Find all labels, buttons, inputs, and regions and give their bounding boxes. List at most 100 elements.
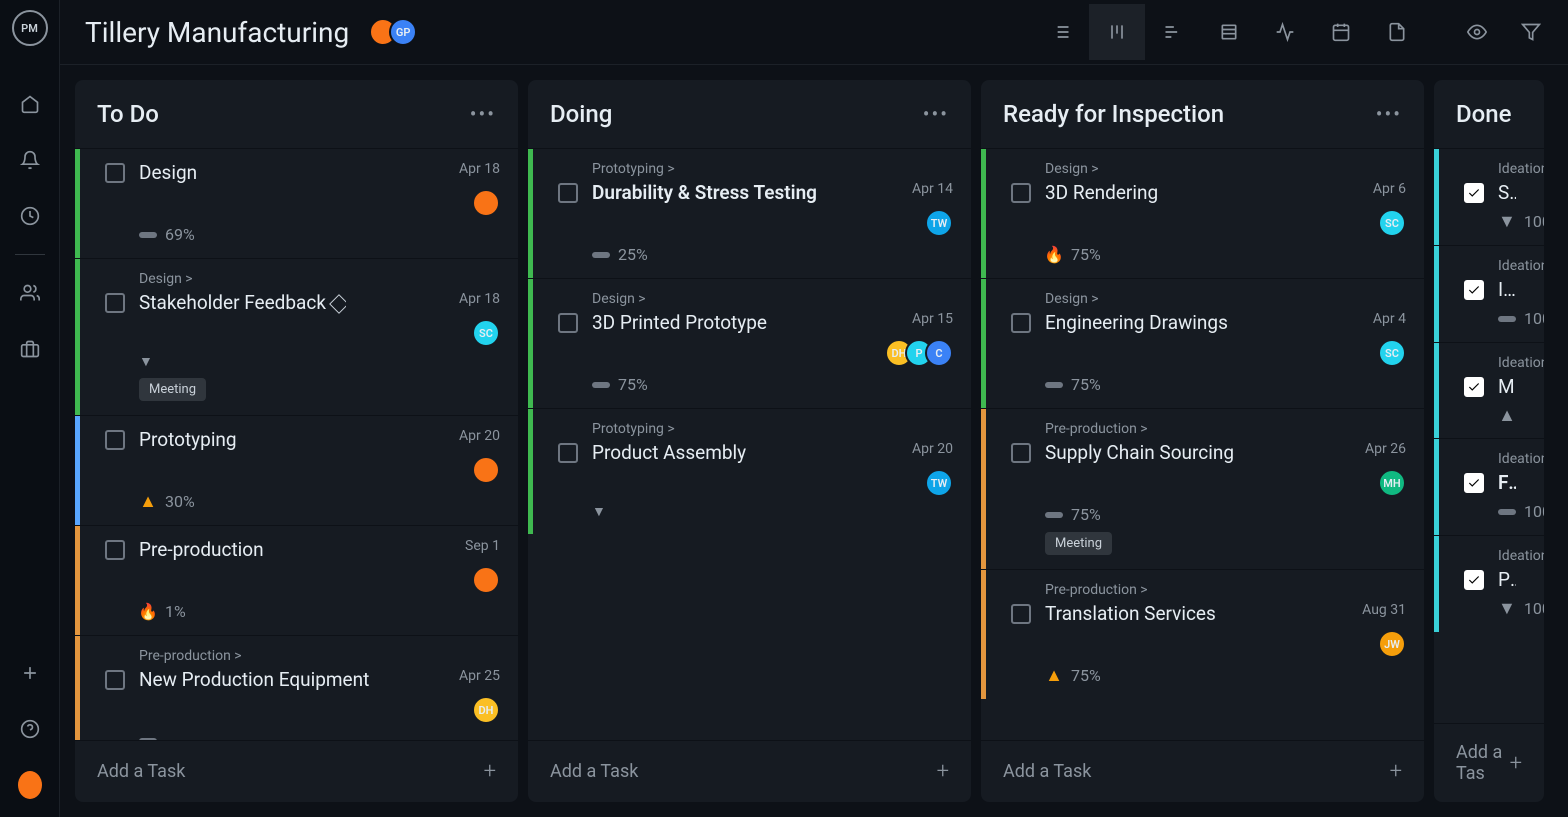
- table-view-icon[interactable]: [1201, 4, 1257, 60]
- assignees[interactable]: SC: [472, 319, 500, 347]
- task-card[interactable]: Pre-production >Supply Chain SourcingApr…: [981, 408, 1424, 569]
- due-date: Apr 14: [912, 181, 953, 197]
- task-checkbox[interactable]: [1464, 280, 1484, 300]
- task-checkbox[interactable]: [105, 163, 125, 183]
- assignee-avatar[interactable]: SC: [1378, 339, 1406, 367]
- assignee-avatar[interactable]: JW: [1378, 630, 1406, 658]
- expand-icon[interactable]: ▼: [139, 353, 500, 370]
- task-checkbox[interactable]: [1011, 183, 1031, 203]
- file-view-icon[interactable]: [1369, 4, 1425, 60]
- assignees[interactable]: [472, 456, 500, 484]
- task-card[interactable]: Design >Stakeholder FeedbackApr 18SC▼Mee…: [75, 258, 518, 415]
- task-card[interactable]: Design >3D Printed PrototypeApr 15DHPC75…: [528, 278, 971, 408]
- task-checkbox[interactable]: [558, 313, 578, 333]
- add-task-button[interactable]: Add a Task+: [981, 740, 1424, 802]
- header: Tillery Manufacturing GP: [60, 0, 1568, 65]
- column-menu-icon[interactable]: •••: [923, 102, 949, 126]
- task-card[interactable]: Pre-production >Translation ServicesAug …: [981, 569, 1424, 699]
- task-checkbox[interactable]: [558, 443, 578, 463]
- assignee-avatar[interactable]: MH: [1378, 469, 1406, 497]
- add-task-button[interactable]: Add a Task+: [75, 740, 518, 802]
- bell-icon[interactable]: [18, 148, 42, 172]
- priority-edge: [75, 149, 80, 258]
- assignee-avatar[interactable]: [472, 566, 500, 594]
- assignees[interactable]: MH: [1378, 469, 1406, 497]
- task-card[interactable]: Design >Engineering DrawingsApr 4SC75%: [981, 278, 1424, 408]
- add-task-button[interactable]: Add a Tas+: [1434, 723, 1544, 802]
- home-icon[interactable]: [18, 92, 42, 116]
- eye-icon[interactable]: [1465, 20, 1489, 44]
- task-card[interactable]: Design >3D RenderingApr 6SC🔥75%: [981, 148, 1424, 278]
- task-checkbox[interactable]: [105, 293, 125, 313]
- expand-icon[interactable]: ▼: [592, 503, 953, 520]
- add-task-button[interactable]: Add a Task+: [528, 740, 971, 802]
- users-icon[interactable]: [18, 281, 42, 305]
- progress-percent: 75%: [1071, 666, 1101, 685]
- task-card[interactable]: IdeationStakeh▼100: [1434, 148, 1544, 245]
- briefcase-icon[interactable]: [18, 337, 42, 361]
- task-checkbox[interactable]: [1464, 570, 1484, 590]
- user-avatar[interactable]: [18, 773, 42, 797]
- task-checkbox[interactable]: [105, 430, 125, 450]
- task-checkbox[interactable]: [105, 540, 125, 560]
- task-checkbox[interactable]: [1464, 473, 1484, 493]
- plus-icon: +: [937, 759, 949, 784]
- clock-icon[interactable]: [18, 204, 42, 228]
- task-card[interactable]: IdeationIdeatio100: [1434, 245, 1544, 342]
- task-name: Stakeholder Feedback: [139, 291, 346, 314]
- assignee-avatar[interactable]: [472, 189, 500, 217]
- calendar-view-icon[interactable]: [1313, 4, 1369, 60]
- board-view-icon[interactable]: [1089, 4, 1145, 60]
- task-card[interactable]: Pre-production >New Production Equipment…: [75, 635, 518, 740]
- priority-icon: 🔥: [1045, 246, 1063, 264]
- assignees[interactable]: SC: [1378, 339, 1406, 367]
- assignees[interactable]: TW: [925, 209, 953, 237]
- plus-icon[interactable]: [18, 661, 42, 685]
- assignee-avatar[interactable]: TW: [925, 209, 953, 237]
- card-breadcrumb: Ideation: [1498, 258, 1526, 274]
- task-checkbox[interactable]: [1464, 183, 1484, 203]
- priority-icon: ▲: [139, 493, 157, 511]
- list-view-icon[interactable]: [1033, 4, 1089, 60]
- gantt-view-icon[interactable]: [1145, 4, 1201, 60]
- column-menu-icon[interactable]: •••: [1376, 102, 1402, 126]
- assignees[interactable]: TW: [925, 469, 953, 497]
- assignees[interactable]: DH: [472, 696, 500, 724]
- help-icon[interactable]: [18, 717, 42, 741]
- card-breadcrumb: Ideation: [1498, 451, 1526, 467]
- assignee-avatar[interactable]: [472, 456, 500, 484]
- task-card[interactable]: DesignApr 1869%: [75, 148, 518, 258]
- assignees[interactable]: DHPC: [885, 339, 953, 367]
- task-checkbox[interactable]: [558, 183, 578, 203]
- assignee-avatar[interactable]: DH: [472, 696, 500, 724]
- task-card[interactable]: PrototypingApr 20▲30%: [75, 415, 518, 525]
- task-checkbox[interactable]: [1011, 443, 1031, 463]
- priority-edge: [1434, 343, 1439, 438]
- assignees[interactable]: JW: [1378, 630, 1406, 658]
- assignee-avatar[interactable]: SC: [1378, 209, 1406, 237]
- assignee-avatar[interactable]: TW: [925, 469, 953, 497]
- task-card[interactable]: IdeationMarke▲: [1434, 342, 1544, 438]
- task-card[interactable]: Prototyping >Product AssemblyApr 20TW▼: [528, 408, 971, 534]
- column-menu-icon[interactable]: •••: [470, 102, 496, 126]
- activity-view-icon[interactable]: [1257, 4, 1313, 60]
- assignees[interactable]: [472, 189, 500, 217]
- project-members[interactable]: GP: [369, 18, 417, 46]
- filter-icon[interactable]: [1519, 20, 1543, 44]
- assignee-avatar[interactable]: C: [925, 339, 953, 367]
- app-logo[interactable]: PM: [12, 10, 48, 46]
- task-card[interactable]: IdeationFeasib100: [1434, 438, 1544, 535]
- member-avatar[interactable]: GP: [389, 18, 417, 46]
- assignee-avatar[interactable]: SC: [472, 319, 500, 347]
- task-checkbox[interactable]: [105, 670, 125, 690]
- assignees[interactable]: [472, 566, 500, 594]
- due-date: Apr 20: [459, 428, 500, 444]
- task-checkbox[interactable]: [1011, 313, 1031, 333]
- task-card[interactable]: Pre-productionSep 1🔥1%: [75, 525, 518, 635]
- task-card[interactable]: Prototyping >Durability & Stress Testing…: [528, 148, 971, 278]
- card-breadcrumb: Pre-production >: [1045, 582, 1406, 598]
- task-checkbox[interactable]: [1011, 604, 1031, 624]
- task-checkbox[interactable]: [1464, 377, 1484, 397]
- task-card[interactable]: IdeationProdu▼100: [1434, 535, 1544, 632]
- assignees[interactable]: SC: [1378, 209, 1406, 237]
